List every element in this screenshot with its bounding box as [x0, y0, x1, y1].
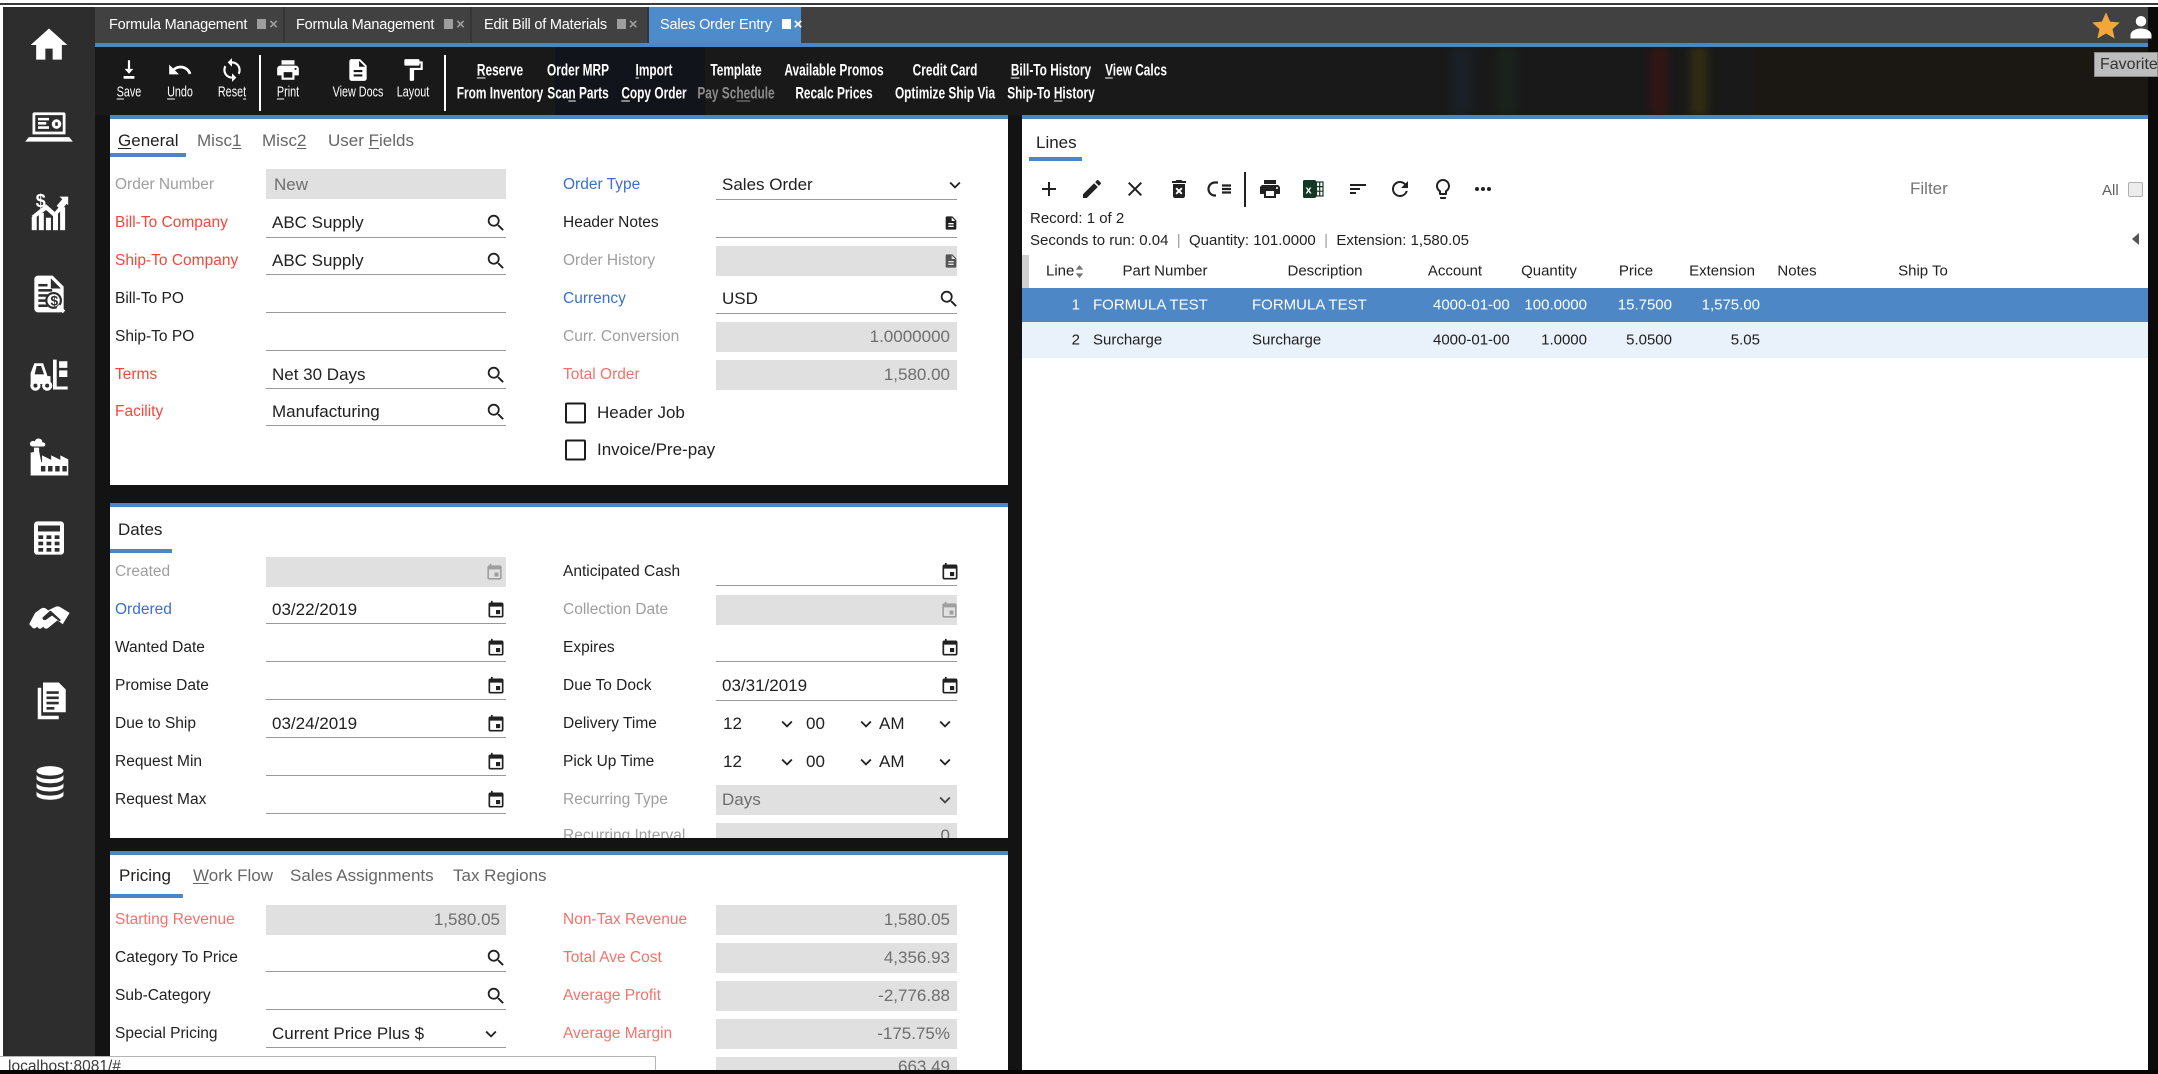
- svg-text:$: $: [50, 293, 58, 308]
- svg-text:x: x: [1306, 185, 1313, 197]
- svg-text:$: $: [36, 191, 46, 211]
